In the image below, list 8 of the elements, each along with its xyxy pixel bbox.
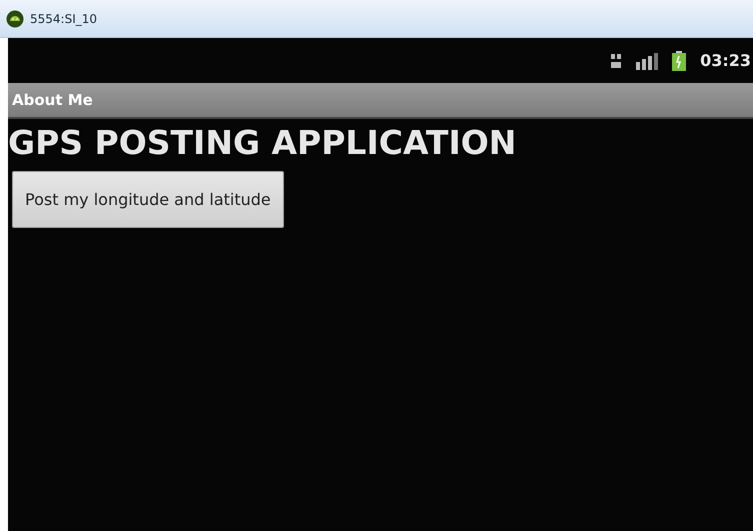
battery-icon — [672, 50, 686, 70]
post-location-button[interactable]: Post my longitude and latitude — [12, 171, 284, 228]
android-head-icon — [6, 10, 24, 28]
window-title: 5554:SI_10 — [30, 12, 98, 26]
heading: GPS POSTING APPLICATION — [8, 123, 518, 163]
clock-time: 03:23 — [700, 51, 751, 70]
app-title: About Me — [12, 91, 93, 109]
signal-icon — [636, 52, 658, 70]
